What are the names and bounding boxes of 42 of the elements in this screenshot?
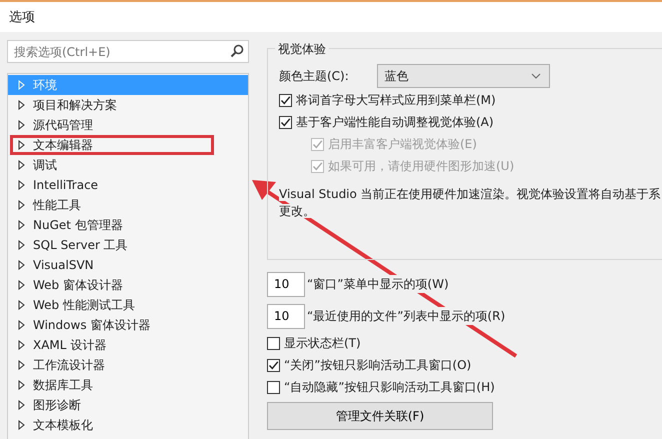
group-title: 视觉体验 [275,40,329,58]
tree-item[interactable]: 图形诊断 [8,395,248,415]
number-field[interactable]: 10 [267,304,305,328]
tree-item[interactable]: 调试 [8,155,248,175]
tree-item[interactable]: 项目和解决方案 [8,95,248,115]
theme-label: 颜色主题(C): [279,68,349,85]
option-label: 基于客户端性能自动调整视觉体验(A) [296,114,494,131]
tree-item[interactable]: 文本编辑器 [8,135,248,155]
tree-item[interactable]: 数据库工具 [8,375,248,395]
option-label: 启用丰富客户端视觉体验(E) [328,136,477,153]
tree-item[interactable]: Web 窗体设计器 [8,275,248,295]
tree-item[interactable]: NuGet 包管理器 [8,215,248,235]
tree-item[interactable]: 工作流设计器 [8,355,248,375]
number-field[interactable]: 10 [267,272,305,296]
checkbox[interactable] [279,94,292,106]
option-label: 如果可用，请使用硬件图形加速(U) [328,158,514,175]
info-text: Visual Studio 当前正在使用硬件加速渲染。视觉体验设置将自动基于系 [279,187,661,201]
field-label: “窗口”菜单中显示的项(W) [307,275,449,293]
tree-item[interactable]: SQL Server 工具 [8,235,248,255]
theme-dropdown[interactable]: 蓝色 [377,64,550,88]
tree-item[interactable]: 源代码管理 [8,115,248,135]
search-field[interactable]: 搜索选项(Ctrl+E) [7,40,249,63]
tree-item[interactable]: Web 性能测试工具 [8,295,248,315]
checkbox[interactable] [267,336,280,350]
tree-item[interactable]: 性能工具 [8,195,248,215]
tree-item[interactable]: VisualSVN [8,255,248,275]
checkbox[interactable] [279,116,292,128]
chevron-down-icon [531,73,542,79]
tree-item[interactable]: 文本模板化 [8,415,248,435]
tree-item[interactable]: IntelliTrace [8,175,248,195]
window-title: 选项 [9,10,35,25]
option-label: 将词首字母大写样式应用到菜单栏(M) [296,92,496,109]
search-icon [230,44,244,58]
tree-item[interactable]: XAML 设计器 [8,335,248,355]
checkbox[interactable] [267,358,280,372]
tree-item[interactable]: Windows 窗体设计器 [8,315,248,335]
checkbox[interactable] [267,380,280,394]
manage-associations-button[interactable]: 管理文件关联(F) [267,402,493,430]
field-label: “最近使用的文件”列表中显示的项(R) [307,307,506,325]
option-label: “自动隐藏”按钮只影响活动工具窗口(H) [284,379,495,396]
option-label: “关闭”按钮只影响活动工具窗口(O) [284,357,472,374]
option-label: 显示状态栏(T) [284,335,361,352]
